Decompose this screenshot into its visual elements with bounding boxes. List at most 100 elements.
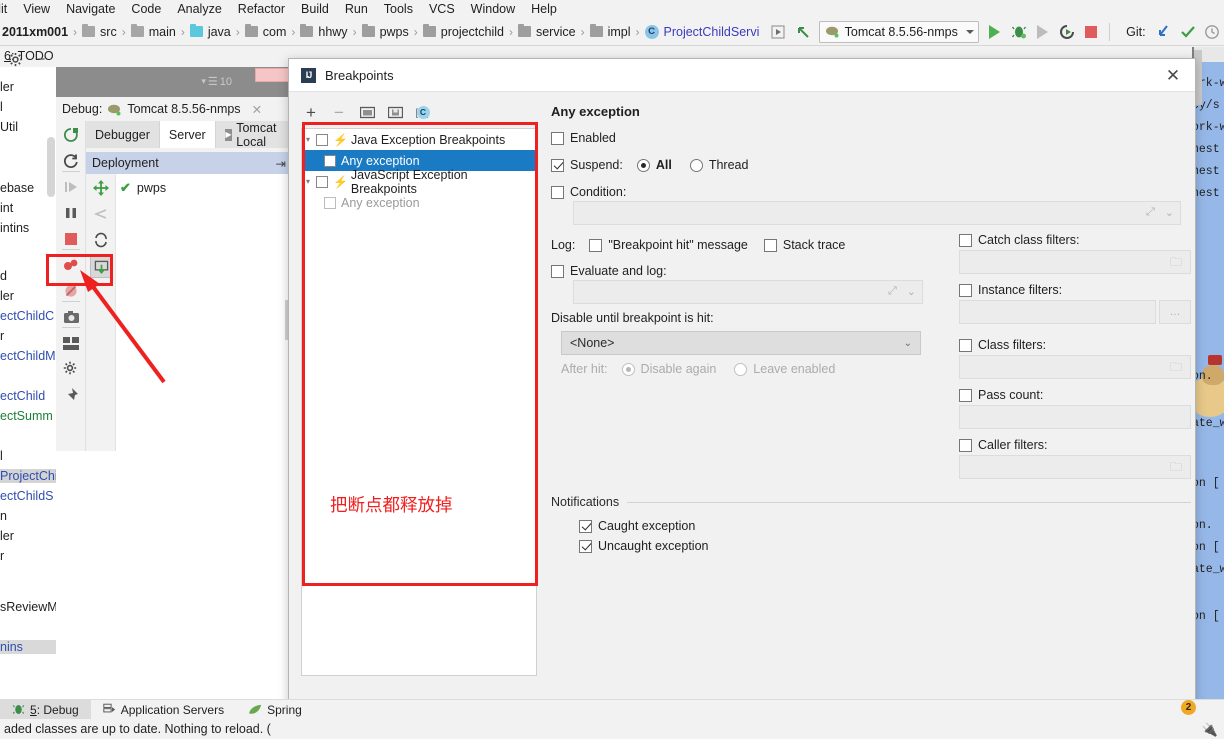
suspend-checkbox[interactable] — [551, 158, 564, 172]
tree-checkbox[interactable] — [324, 196, 336, 209]
run-with-coverage-button[interactable] — [1032, 21, 1054, 43]
settings-icon[interactable] — [59, 357, 83, 381]
breadcrumb-projectchild[interactable]: projectchild — [422, 24, 504, 39]
folder-icon[interactable]: 🗀 — [1170, 361, 1185, 373]
dialog-close-button[interactable]: ✕ — [1151, 59, 1195, 92]
uncaught-exception-checkbox[interactable] — [579, 539, 592, 553]
caller-filters-row[interactable]: Caller filters: — [959, 438, 1047, 452]
menu-item-code[interactable]: Code — [123, 0, 169, 18]
class-filters-input[interactable]: 🗀 — [959, 355, 1191, 379]
tab-server[interactable]: Server — [159, 121, 216, 148]
restart-icon[interactable] — [59, 149, 83, 173]
tree-item[interactable]: ectChildS — [0, 489, 54, 503]
enabled-checkbox-row[interactable]: Enabled — [551, 131, 616, 145]
instance-filters-input[interactable] — [959, 300, 1156, 324]
evaluate-and-log-input[interactable]: ⤢ ⌄ — [573, 280, 923, 304]
after-hit-disable-again-radio[interactable] — [621, 362, 635, 376]
menu-item-run[interactable]: Run — [337, 0, 376, 18]
undo-arrow-icon[interactable] — [792, 21, 814, 43]
stop-icon[interactable] — [59, 227, 83, 251]
view-breakpoints-icon[interactable] — [59, 253, 83, 277]
tree-checkbox[interactable] — [324, 154, 336, 167]
tree-item[interactable]: r — [0, 549, 4, 563]
expand-handle-icon[interactable]: ▾ — [306, 135, 316, 144]
tree-checkbox[interactable] — [316, 133, 328, 146]
git-history-icon[interactable] — [1201, 21, 1223, 43]
tree-row[interactable]: Any exception — [302, 192, 536, 213]
menu-item-view[interactable]: View — [15, 0, 58, 18]
caller-filters-checkbox[interactable] — [959, 438, 972, 452]
suspend-row[interactable]: Suspend: All Thread — [551, 158, 748, 172]
menu-item-help[interactable]: Help — [523, 0, 565, 18]
tree-item[interactable]: ler — [0, 80, 14, 94]
toolwindow-spring[interactable]: Spring — [236, 700, 314, 720]
mute-breakpoints-icon[interactable] — [59, 279, 83, 303]
breadcrumb-com[interactable]: com — [244, 24, 286, 39]
uncaught-exception-row[interactable]: Uncaught exception — [579, 539, 709, 553]
instance-filters-checkbox[interactable] — [959, 283, 972, 297]
breadcrumb-src[interactable]: src — [82, 24, 117, 39]
group-by-package-icon[interactable] — [383, 101, 407, 123]
tree-item[interactable]: ler — [0, 529, 14, 543]
remove-breakpoint-button[interactable]: − — [327, 101, 351, 123]
plug-icon[interactable]: 🔌 — [1202, 722, 1218, 738]
breadcrumb-class[interactable]: C ProjectChildServi — [644, 24, 759, 39]
tree-item[interactable]: l — [0, 100, 3, 114]
stop-button[interactable] — [1080, 21, 1102, 43]
menu-item-tools[interactable]: Tools — [376, 0, 421, 18]
instance-filters-browse-button[interactable]: … — [1159, 300, 1191, 324]
condition-row[interactable]: Condition: — [551, 185, 626, 199]
breadcrumb-project[interactable]: 2011xm001 — [2, 25, 68, 39]
pin-icon[interactable] — [59, 383, 83, 407]
menu-item-refactor[interactable]: Refactor — [230, 0, 293, 18]
catch-class-filters-input[interactable]: 🗀 — [959, 250, 1191, 274]
class-filters-row[interactable]: Class filters: — [959, 338, 1046, 352]
tree-item[interactable]: sReviewM — [0, 600, 56, 614]
breadcrumb-main[interactable]: main — [130, 24, 176, 39]
pass-count-checkbox[interactable] — [959, 388, 972, 402]
editor-panel[interactable]: ork-w cy/s ork-w nest nest nest on. ate_… — [1192, 47, 1224, 699]
condition-checkbox[interactable] — [551, 185, 564, 199]
breadcrumb-impl[interactable]: impl — [589, 24, 631, 39]
group-by-file-icon[interactable] — [355, 101, 379, 123]
breadcrumb-hhwy[interactable]: hhwy — [300, 24, 348, 39]
class-filters-checkbox[interactable] — [959, 338, 972, 352]
undeploy-icon[interactable] — [89, 202, 113, 226]
log-breakpoint-hit-checkbox[interactable] — [589, 238, 603, 252]
toolwindow-application-servers[interactable]: Application Servers — [91, 700, 236, 720]
menu-item-analyze[interactable]: Analyze — [169, 0, 229, 18]
layout-settings-icon[interactable] — [59, 331, 83, 355]
menu-item-vcs[interactable]: VCS — [421, 0, 463, 18]
caught-exception-checkbox[interactable] — [579, 519, 592, 533]
instance-filters-row[interactable]: Instance filters: — [959, 283, 1062, 297]
update-application-icon[interactable] — [90, 256, 112, 278]
deploy-all-icon[interactable] — [89, 176, 113, 200]
after-hit-leave-enabled-radio[interactable] — [734, 362, 748, 376]
catch-class-filters-checkbox[interactable] — [959, 233, 972, 247]
run-button[interactable] — [984, 21, 1006, 43]
tree-item[interactable]: ler — [0, 289, 14, 303]
menu-item-edit[interactable]: dit — [0, 0, 15, 18]
tree-item[interactable]: n — [0, 509, 7, 523]
debug-button[interactable] — [1008, 21, 1030, 43]
rerun-button[interactable] — [1056, 21, 1078, 43]
run-configuration-selector[interactable]: Tomcat 8.5.56-nmps — [818, 20, 979, 43]
folder-icon[interactable]: 🗀 — [1170, 461, 1185, 473]
tree-item[interactable]: ectChildC — [0, 309, 54, 323]
tree-item[interactable]: int — [0, 201, 13, 215]
rerun-icon[interactable] — [59, 123, 83, 147]
tree-item-selected[interactable]: ProjectChi — [0, 469, 56, 483]
evaluate-and-log-row[interactable]: Evaluate and log: — [551, 264, 667, 278]
breakpoints-dialog[interactable]: IJ Breakpoints ✕ + − [] — [288, 58, 1196, 739]
tab-tomcat-local[interactable]: ▶ Tomcat Local — [215, 121, 292, 149]
deployment-artifact-row[interactable]: ✔ pwps — [120, 180, 166, 196]
settings-gear-icon[interactable] — [4, 48, 26, 70]
tree-item[interactable]: d — [0, 269, 7, 283]
tree-checkbox[interactable] — [315, 175, 328, 188]
expand-editor-icon[interactable]: ⤢ — [888, 285, 897, 298]
tree-item[interactable]: ectChildM — [0, 349, 56, 363]
hide-window-button[interactable]: − — [30, 48, 52, 70]
expand-handle-icon[interactable]: ▾ — [306, 177, 316, 186]
expand-editor-icon[interactable]: ⤢ — [1146, 206, 1155, 219]
warning-badge[interactable]: 2 — [1181, 700, 1196, 715]
